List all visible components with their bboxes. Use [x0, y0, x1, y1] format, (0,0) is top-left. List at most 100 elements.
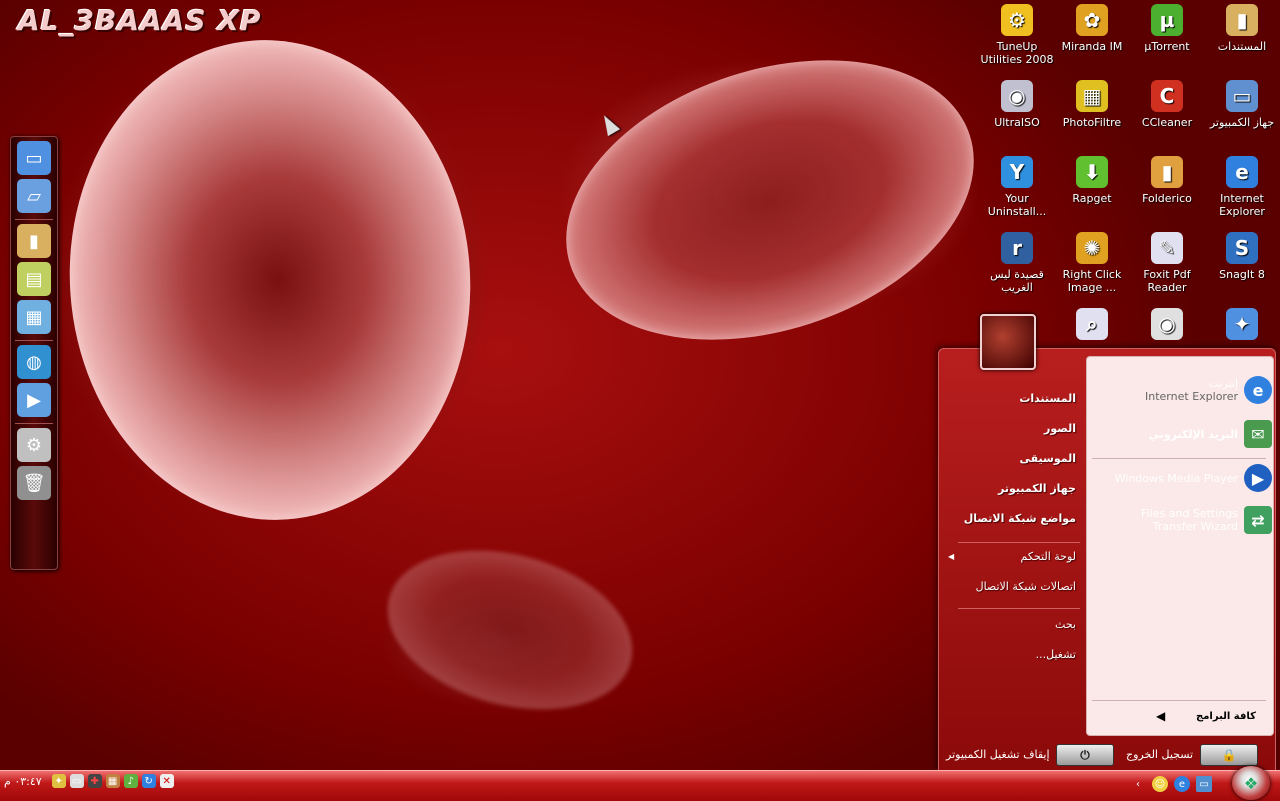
desktop-icon-label: قصيدة ليس الغريب [990, 268, 1044, 294]
desktop-icon-miranda[interactable]: ✿ Miranda IM [1055, 4, 1129, 53]
desktop-icon-label: UltraISO [994, 116, 1040, 129]
clock[interactable]: ٠٣:٤٧ م [4, 775, 42, 788]
taskbar [0, 770, 1280, 801]
start-place-item[interactable]: المستندات [1019, 392, 1076, 405]
dock-computer-icon[interactable]: ▭ [17, 141, 51, 175]
start-menu-programs-pane [1086, 356, 1274, 736]
all-programs-label: كافة البرامج [1196, 710, 1256, 722]
desktop-icon-folder[interactable]: ▮ المستندات [1205, 4, 1279, 53]
desktop-icon-label: Foxit Pdf Reader [1143, 268, 1191, 294]
chevron-left-icon: ◀ [1156, 709, 1166, 723]
desktop-icon-rightclick[interactable]: ✺ Right Click Image ... [1055, 232, 1129, 294]
lock-icon: 🔒 [1221, 748, 1237, 762]
start-place-item[interactable]: الصور [1044, 422, 1076, 435]
recent-transfer-wizard[interactable]: Files and Settings Transfer Wizard ⇄ [1098, 506, 1272, 534]
start-button[interactable]: ❖ [1232, 766, 1270, 800]
desktop-icon-magnifier[interactable]: ⌕ [1055, 308, 1129, 344]
miranda-icon: ✿ [1076, 4, 1108, 36]
start-place-item[interactable]: بحث [1055, 618, 1076, 631]
start-place-item[interactable]: الموسيقى [1019, 452, 1076, 465]
control-panel-arrow-icon: ◀ [948, 552, 955, 561]
ie-quicklaunch-icon[interactable]: e [1174, 776, 1190, 792]
speaker-icon[interactable]: ♪ [123, 774, 138, 788]
desktop-icon-label: Rapget [1072, 192, 1112, 205]
cd-icon: ◉ [1151, 308, 1183, 340]
shutdown-label[interactable]: إيقاف تشغيل الكمبيوتر [946, 748, 1050, 761]
wallpaper-cell-right [530, 11, 1010, 389]
network-icon[interactable]: ▦ [105, 774, 120, 788]
desktop-icon-xp[interactable]: ✦ [1205, 308, 1279, 344]
system-tray: ٠٣:٤٧ م ✦ ▭ ✚ ▦ ♪ ↻ ✕ [4, 774, 174, 788]
start-place-item[interactable]: مواضع شبكة الاتصال [964, 512, 1076, 525]
chevron-icon[interactable]: ‹ [1130, 776, 1146, 792]
snagit-icon: S [1226, 232, 1258, 264]
utorrent-icon: µ [1151, 4, 1183, 36]
desktop-icon[interactable]: ▭ [1196, 776, 1212, 792]
desktop-icon-label: µTorrent [1144, 40, 1190, 53]
left-dock: ▭ ▱ ▮ ▤ ▦ ◍ ▶ ⚙ 🗑 [10, 136, 58, 570]
wallpaper-cell-large [53, 26, 487, 534]
all-programs-button[interactable]: ◀ كافة البرامج [1156, 706, 1256, 726]
shield-icon[interactable]: ✕ [159, 774, 174, 788]
pinned-internet[interactable]: إنترنت Internet Explorer e [1145, 376, 1272, 404]
desktop-icon-snagit[interactable]: S SnagIt 8 [1205, 232, 1279, 281]
user-picture[interactable] [980, 314, 1036, 370]
desktop-icon-ccleaner[interactable]: C CCleaner [1130, 80, 1204, 129]
desktop-icon-foxit[interactable]: ✎ Foxit Pdf Reader [1130, 232, 1204, 294]
dock-separator [15, 423, 53, 424]
ccleaner-icon: C [1151, 80, 1183, 112]
wmp-icon: ▶ [1244, 464, 1272, 492]
desktop-icon-rapget[interactable]: ⬇ Rapget [1055, 156, 1129, 205]
foxit-icon: ✎ [1151, 232, 1183, 264]
dock-recycle-bin-icon[interactable]: 🗑 [17, 466, 51, 500]
dock-globe-icon[interactable]: ◍ [17, 345, 51, 379]
xp-icon: ✦ [1226, 308, 1258, 340]
desktop-icon-uninstaller[interactable]: Y Your Uninstall... [980, 156, 1054, 218]
desktop-logo: AL_3BAAAS XP [18, 4, 262, 37]
pinned-email[interactable]: البريد الإلكتروني ✉ [1149, 420, 1272, 448]
dock-media-icon[interactable]: ▶ [17, 383, 51, 417]
antivirus-icon[interactable]: ✚ [87, 774, 102, 788]
desktop-icon-real[interactable]: r قصيدة ليس الغريب [980, 232, 1054, 294]
messenger-icon[interactable]: ☺ [1152, 776, 1168, 792]
desktop-icon-tuneup[interactable]: ⚙ TuneUp Utilities 2008 [980, 4, 1054, 66]
desktop-icon-ultraiso[interactable]: ◉ UltraISO [980, 80, 1054, 129]
windows-logo-icon: ❖ [1243, 773, 1259, 793]
wand-icon[interactable]: ✦ [51, 774, 66, 788]
pinned-email-title: البريد الإلكتروني [1148, 427, 1238, 441]
dock-folder-icon[interactable]: ▮ [17, 224, 51, 258]
tuneup-icon: ⚙ [1001, 4, 1033, 36]
rapget-icon: ⬇ [1076, 156, 1108, 188]
logoff-label[interactable]: تسجيل الخروج [1126, 748, 1193, 761]
dock-settings-icon[interactable]: ⚙ [17, 428, 51, 462]
desktop-icon-photofiltre[interactable]: ▦ PhotoFiltre [1055, 80, 1129, 129]
desktop-icon-computer[interactable]: ▭ جهاز الكمبيوتر [1205, 80, 1279, 129]
desktop-icon-label: SnagIt 8 [1219, 268, 1265, 281]
uninstaller-icon: Y [1001, 156, 1033, 188]
start-place-item[interactable]: اتصالات شبكة الاتصال [976, 580, 1076, 593]
places-separator-2 [958, 608, 1080, 609]
desktop-icon-folderico[interactable]: ▮ Folderico [1130, 156, 1204, 205]
desktop-icon-ie[interactable]: e Internet Explorer [1205, 156, 1279, 218]
logoff-button[interactable]: 🔒 [1200, 744, 1258, 766]
ie-icon: e [1226, 156, 1258, 188]
programs-separator [1092, 458, 1266, 459]
ie-icon: e [1244, 376, 1272, 404]
dock-documents-icon[interactable]: ▤ [17, 262, 51, 296]
recent-wmp[interactable]: Windows Media Player ▶ [1115, 464, 1272, 492]
desktop-icon-utorrent[interactable]: µ µTorrent [1130, 4, 1204, 53]
folder-icon: ▮ [1226, 4, 1258, 36]
shutdown-button[interactable]: ⏻ [1056, 744, 1114, 766]
desktop-icon-label: Miranda IM [1061, 40, 1123, 53]
refresh-icon[interactable]: ↻ [141, 774, 156, 788]
dock-laptop-icon[interactable]: ▱ [17, 179, 51, 213]
start-place-item[interactable]: ...تشغيل [1036, 648, 1076, 661]
desktop-icon-cd[interactable]: ◉ [1130, 308, 1204, 344]
start-place-item[interactable]: لوحة التحكم [1021, 550, 1076, 563]
window-icon[interactable]: ▭ [69, 774, 84, 788]
desktop-icon-label: المستندات [1217, 40, 1267, 53]
ultraiso-icon: ◉ [1001, 80, 1033, 112]
dock-separator [15, 340, 53, 341]
dock-pictures-icon[interactable]: ▦ [17, 300, 51, 334]
start-place-item[interactable]: جهاز الكمبيوتر [998, 482, 1076, 495]
